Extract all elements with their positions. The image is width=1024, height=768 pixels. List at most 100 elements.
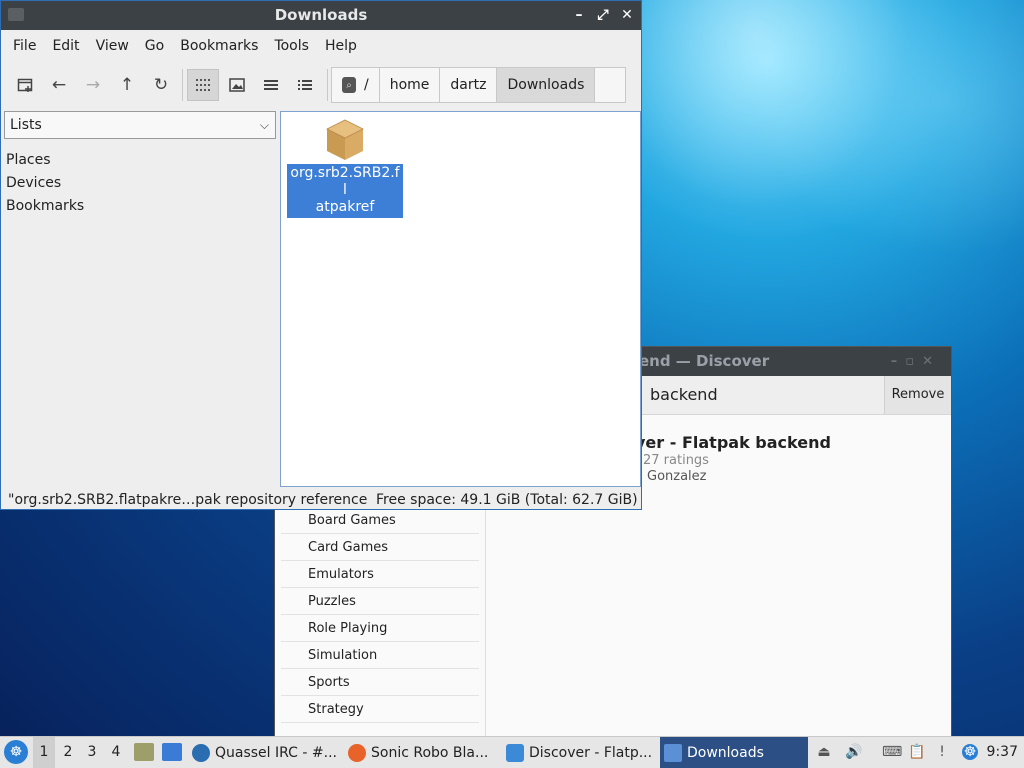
firefox-icon (348, 743, 366, 762)
task-firefox[interactable]: Sonic Robo Bla... (348, 737, 498, 768)
category-item[interactable]: Strategy (281, 696, 479, 723)
side-pane-mode-label: Lists (10, 117, 42, 133)
workspace-4[interactable]: 4 (105, 737, 127, 768)
keyboard-icon[interactable]: ⌨ (882, 744, 902, 760)
menu-edit[interactable]: Edit (44, 38, 87, 54)
folder-icon (664, 743, 682, 762)
toolbar-separator (327, 69, 328, 101)
compact-view-button[interactable] (255, 69, 287, 101)
menu-go[interactable]: Go (137, 38, 172, 54)
menu-help[interactable]: Help (317, 38, 365, 54)
app-author: Gonzalez (647, 469, 707, 484)
category-item[interactable]: Role Playing (281, 615, 479, 642)
file-name-line: atpakref (315, 199, 375, 215)
side-item-bookmarks[interactable]: Bookmarks (6, 195, 84, 218)
quassel-icon (192, 743, 210, 762)
forward-button[interactable]: → (77, 69, 109, 101)
package-icon (326, 119, 364, 160)
detailed-list-icon (298, 80, 312, 90)
category-item[interactable]: Simulation (281, 642, 479, 669)
path-downloads[interactable]: Downloads (496, 67, 596, 103)
clipboard-icon[interactable]: 📋 (908, 744, 925, 760)
fm-titlebar[interactable]: Downloads – ⤢ ✕ (1, 1, 641, 30)
toolbar-separator (182, 69, 183, 101)
reload-icon: ↻ (153, 75, 169, 95)
new-tab-icon (17, 78, 33, 92)
task-label: Quassel IRC - #... (215, 744, 337, 761)
detailed-view-button[interactable] (289, 69, 321, 101)
grid-icon (196, 79, 210, 91)
show-desktop-icon[interactable] (162, 743, 182, 761)
path-root-label: / (364, 77, 369, 93)
arrow-right-icon: → (85, 75, 101, 95)
task-quassel[interactable]: Quassel IRC - #... (192, 737, 342, 768)
category-list: Board Games Card Games Emulators Puzzles… (275, 507, 486, 739)
side-item-devices[interactable]: Devices (6, 172, 84, 195)
status-free-space: Free space: 49.1 GiB (Total: 62.7 GiB) (376, 492, 638, 508)
task-label: Discover - Flatp... (529, 744, 653, 761)
side-pane-mode-select[interactable]: Lists ⌵ (4, 111, 276, 139)
minimize-button[interactable]: – (571, 1, 587, 30)
menu-bookmarks[interactable]: Bookmarks (172, 38, 266, 54)
arrow-left-icon: ← (51, 75, 67, 95)
taskbar: ☸ 1 2 3 4 Quassel IRC - #... Sonic Robo … (0, 736, 1024, 768)
window-buttons: – ⤢ ✕ (571, 1, 635, 30)
folder-view[interactable]: org.srb2.SRB2.fl atpakref (280, 111, 641, 487)
close-button[interactable]: ✕ (619, 1, 635, 30)
removable-media-icon[interactable]: ⏏ (816, 744, 832, 760)
menu-tools[interactable]: Tools (266, 38, 317, 54)
thumbnail-view-button[interactable] (221, 69, 253, 101)
maximize-button[interactable]: ⤢ (595, 1, 611, 30)
new-tab-button[interactable] (9, 69, 41, 101)
window-title: Downloads (274, 6, 368, 24)
app-ratings: 27 ratings (643, 453, 709, 468)
notification-icon[interactable]: ! (934, 744, 950, 760)
task-discover[interactable]: Discover - Flatp... (506, 737, 656, 768)
status-bar: "org.srb2.SRB2.flatpakre…pak repository … (1, 489, 641, 511)
clock[interactable]: 9:37 (987, 737, 1018, 768)
task-downloads[interactable]: Downloads (660, 737, 808, 768)
side-item-places[interactable]: Places (6, 149, 84, 172)
arrow-up-icon: ↑ (119, 75, 135, 95)
app-title: ver - Flatpak backend (635, 433, 831, 452)
status-selection-text: "org.srb2.SRB2.flatpakre…pak repository … (8, 492, 368, 508)
path-user[interactable]: dartz (439, 67, 498, 103)
path-root[interactable]: ⌕ / (331, 67, 380, 103)
volume-icon[interactable]: 🔊 (845, 744, 862, 760)
image-icon (229, 78, 245, 92)
task-label: Sonic Robo Bla... (371, 744, 489, 761)
chevron-down-icon: ⌵ (259, 118, 269, 132)
remove-button[interactable]: Remove (884, 376, 951, 414)
category-item[interactable]: Card Games (281, 534, 479, 561)
reload-button[interactable]: ↻ (145, 69, 177, 101)
list-icon (264, 80, 278, 90)
back-button[interactable]: ← (43, 69, 75, 101)
discover-page-label: backend (650, 385, 718, 404)
workspace-2[interactable]: 2 (57, 737, 79, 768)
file-manager-window[interactable]: Downloads – ⤢ ✕ File Edit View Go Bookma… (0, 0, 642, 510)
workspace-1[interactable]: 1 (33, 737, 55, 768)
discover-icon (506, 743, 524, 762)
category-item[interactable]: Board Games (281, 507, 479, 534)
category-item[interactable]: Sports (281, 669, 479, 696)
menubar: File Edit View Go Bookmarks Tools Help (1, 30, 641, 61)
file-name: org.srb2.SRB2.fl atpakref (287, 164, 403, 218)
menu-view[interactable]: View (88, 38, 137, 54)
discover-update-icon[interactable]: ☸ (962, 744, 978, 760)
discover-window-buttons[interactable]: –▫✕ (891, 347, 941, 376)
file-item[interactable]: org.srb2.SRB2.fl atpakref (287, 118, 403, 218)
icon-view-button[interactable] (187, 69, 219, 101)
file-manager-launcher-icon[interactable] (134, 743, 154, 761)
start-menu-button[interactable]: ☸ (4, 740, 28, 764)
side-pane-list: Places Devices Bookmarks (6, 149, 84, 218)
workspace-3[interactable]: 3 (81, 737, 103, 768)
task-label: Downloads (687, 744, 764, 761)
category-item[interactable]: Emulators (281, 561, 479, 588)
up-button[interactable]: ↑ (111, 69, 143, 101)
path-home[interactable]: home (378, 67, 441, 103)
category-item[interactable]: Puzzles (281, 588, 479, 615)
path-bar-spacer (594, 67, 627, 103)
file-name-line: org.srb2.SRB2.fl (290, 165, 400, 198)
search-icon: ⌕ (342, 77, 356, 93)
menu-file[interactable]: File (5, 38, 44, 54)
